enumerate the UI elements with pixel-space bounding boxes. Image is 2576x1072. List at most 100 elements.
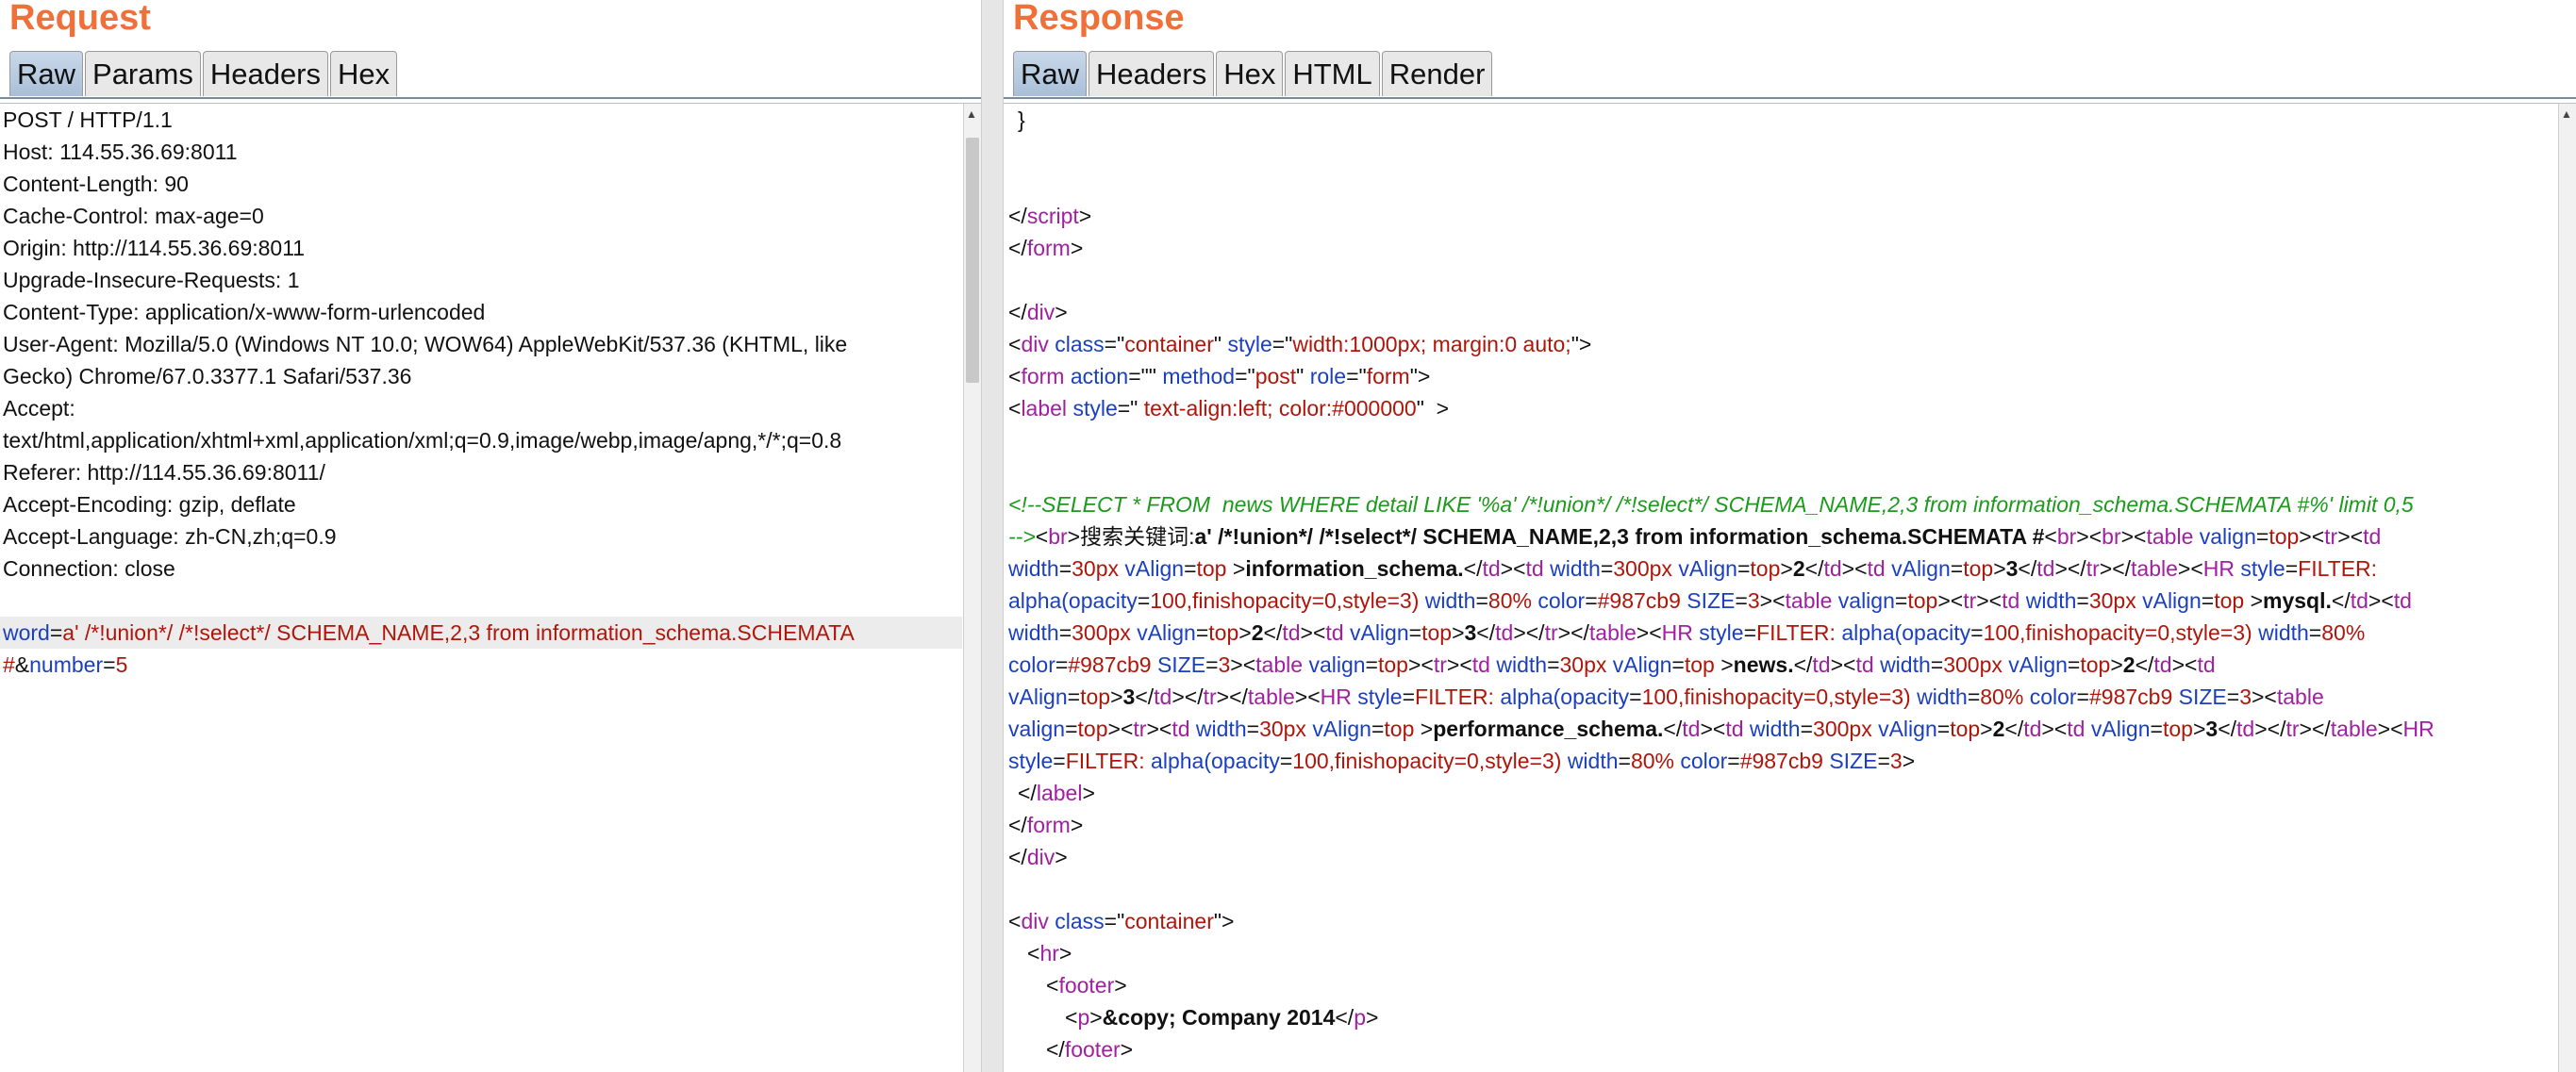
punct-token: </ — [1793, 652, 1813, 677]
attribute-token: vAlign — [1124, 556, 1185, 581]
attribute-token: style — [1072, 396, 1118, 421]
value-token: post — [1255, 364, 1297, 388]
punct-token: ></ — [1557, 620, 1589, 645]
punct-token: = — [1894, 588, 1908, 613]
attribute-token: vAlign — [2090, 717, 2151, 741]
tag-name-token: td — [1725, 717, 1744, 741]
value-token: top — [1421, 620, 1453, 645]
punct-token: >< — [1407, 652, 1434, 677]
response-panel: Response Raw Headers Hex HTML Render } </scr… — [1004, 0, 2576, 1072]
value-token: 100,finishopacity=0,style=3) — [1150, 588, 1420, 613]
attribute-token: width — [1550, 556, 1601, 581]
punct-token: >< — [2120, 524, 2147, 549]
tag-name-token: tr — [2086, 556, 2100, 581]
attribute-token: width — [1008, 620, 1059, 645]
punct-token: >< — [2171, 652, 2198, 677]
response-line: <footer> — [1005, 969, 2563, 1001]
tab-headers[interactable]: Headers — [202, 51, 329, 96]
bold-text-token: 2 — [2122, 652, 2136, 677]
attribute-token: class — [1055, 909, 1105, 933]
request-scrollbar[interactable]: ▲ — [963, 104, 981, 1072]
tag-name-token: div — [1026, 845, 1055, 869]
punct-token: =" — [1104, 332, 1125, 356]
attribute-token: vAlign — [1878, 717, 1937, 741]
tab-html[interactable]: HTML — [1285, 51, 1380, 96]
value-token: container — [1124, 332, 1214, 356]
punct-token: = — [2067, 652, 2081, 677]
tab-hex[interactable]: Hex — [330, 51, 398, 96]
tag-name-token: footer — [1058, 973, 1115, 998]
punct-token: " — [1296, 364, 1310, 388]
value-token: 3 — [1218, 652, 1231, 677]
attribute-token: style — [1699, 620, 1744, 645]
tag-name-token: table — [1588, 620, 1637, 645]
tag-name-token: td — [2197, 652, 2216, 677]
tab-hex[interactable]: Hex — [1216, 51, 1284, 96]
tab-raw[interactable]: Raw — [1013, 51, 1088, 96]
response-line: </script> — [1005, 200, 2563, 232]
value-token: 30px — [1072, 556, 1120, 581]
punct-token: = — [1547, 652, 1560, 677]
response-line: valign=top><tr><td width=30px vAlign=top… — [1005, 713, 2563, 745]
attribute-token: vAlign — [1678, 556, 1737, 581]
bold-text-token: 2 — [1251, 620, 1264, 645]
punct-token: </ — [1263, 620, 1283, 645]
tab-params[interactable]: Params — [85, 51, 201, 96]
attribute-token: color — [2029, 684, 2077, 709]
tag-name-token: br — [1048, 524, 1068, 549]
punct-token: </ — [2135, 652, 2154, 677]
response-raw-viewer[interactable]: } </script> </form> </div> <div class="con… — [1005, 104, 2563, 1072]
request-title: Request — [9, 0, 151, 38]
tag-name-token: form — [1021, 364, 1065, 388]
tag-name-token: td — [1172, 717, 1190, 741]
value-token: #987cb9 — [2088, 684, 2173, 709]
request-line: POST / HTTP/1.1 — [3, 107, 173, 132]
value-token: top — [2080, 652, 2111, 677]
value-token: top — [1950, 717, 1981, 741]
punct-token: >< — [2251, 684, 2277, 709]
punct-token: >< — [2177, 556, 2203, 581]
comment-token: --> — [1008, 524, 1036, 549]
tab-render[interactable]: Render — [1381, 51, 1493, 96]
request-scrollbar-thumb[interactable] — [966, 138, 979, 383]
response-scrollbar[interactable]: ▲ — [2558, 104, 2576, 1072]
tag-name-token: div — [1021, 332, 1049, 356]
tag-name-token: br — [2056, 524, 2077, 549]
tag-name-token: form — [1026, 813, 1071, 837]
scroll-up-arrow-icon[interactable]: ▲ — [2561, 107, 2572, 121]
punct-token: >< — [1230, 652, 1256, 677]
punct-token: </ — [1018, 781, 1037, 805]
attribute-token: vAlign — [1312, 717, 1371, 741]
request-line: Connection: close — [3, 556, 175, 581]
request-raw-editor[interactable]: POST / HTTP/1.1 Host: 114.55.36.69:8011 Co… — [0, 104, 962, 1072]
scroll-up-arrow-icon[interactable]: ▲ — [966, 107, 977, 121]
tab-headers[interactable]: Headers — [1089, 51, 1215, 96]
tag-name-token: td — [1855, 652, 1874, 677]
split-pane-divider[interactable] — [981, 0, 1004, 1072]
tag-name-token: table — [2330, 717, 2378, 741]
attribute-token: style — [1008, 749, 1054, 773]
punct-token: = — [1408, 620, 1422, 645]
response-line — [1005, 456, 2563, 488]
punct-token: </ — [2218, 717, 2237, 741]
punct-token: < — [1008, 909, 1022, 933]
punct-token: = — [1950, 556, 1964, 581]
punct-token: " > — [1416, 396, 1450, 421]
punct-token: > — [1114, 973, 1127, 998]
punct-token: >< — [2337, 524, 2364, 549]
response-tab-divider — [1004, 97, 2576, 104]
punct-token: < — [1008, 364, 1022, 388]
request-body-line: #&number=5 — [0, 649, 962, 681]
punct-token: > — [1120, 1037, 1134, 1062]
tag-name-token: footer — [1064, 1037, 1121, 1062]
response-line: width=30px vAlign=top >information_schem… — [1005, 552, 2563, 585]
punct-token: = — [1936, 717, 1951, 741]
tab-raw[interactable]: Raw — [9, 51, 84, 96]
punct-token: > — [1238, 620, 1252, 645]
attribute-token: valign — [1837, 588, 1895, 613]
punct-token: >< — [2368, 588, 2394, 613]
punct-token: = — [2076, 588, 2089, 613]
tag-name-token: td — [2067, 717, 2086, 741]
tag-name-token: HR — [2402, 717, 2435, 741]
request-tab-bar: Raw Params Headers Hex — [9, 51, 399, 98]
